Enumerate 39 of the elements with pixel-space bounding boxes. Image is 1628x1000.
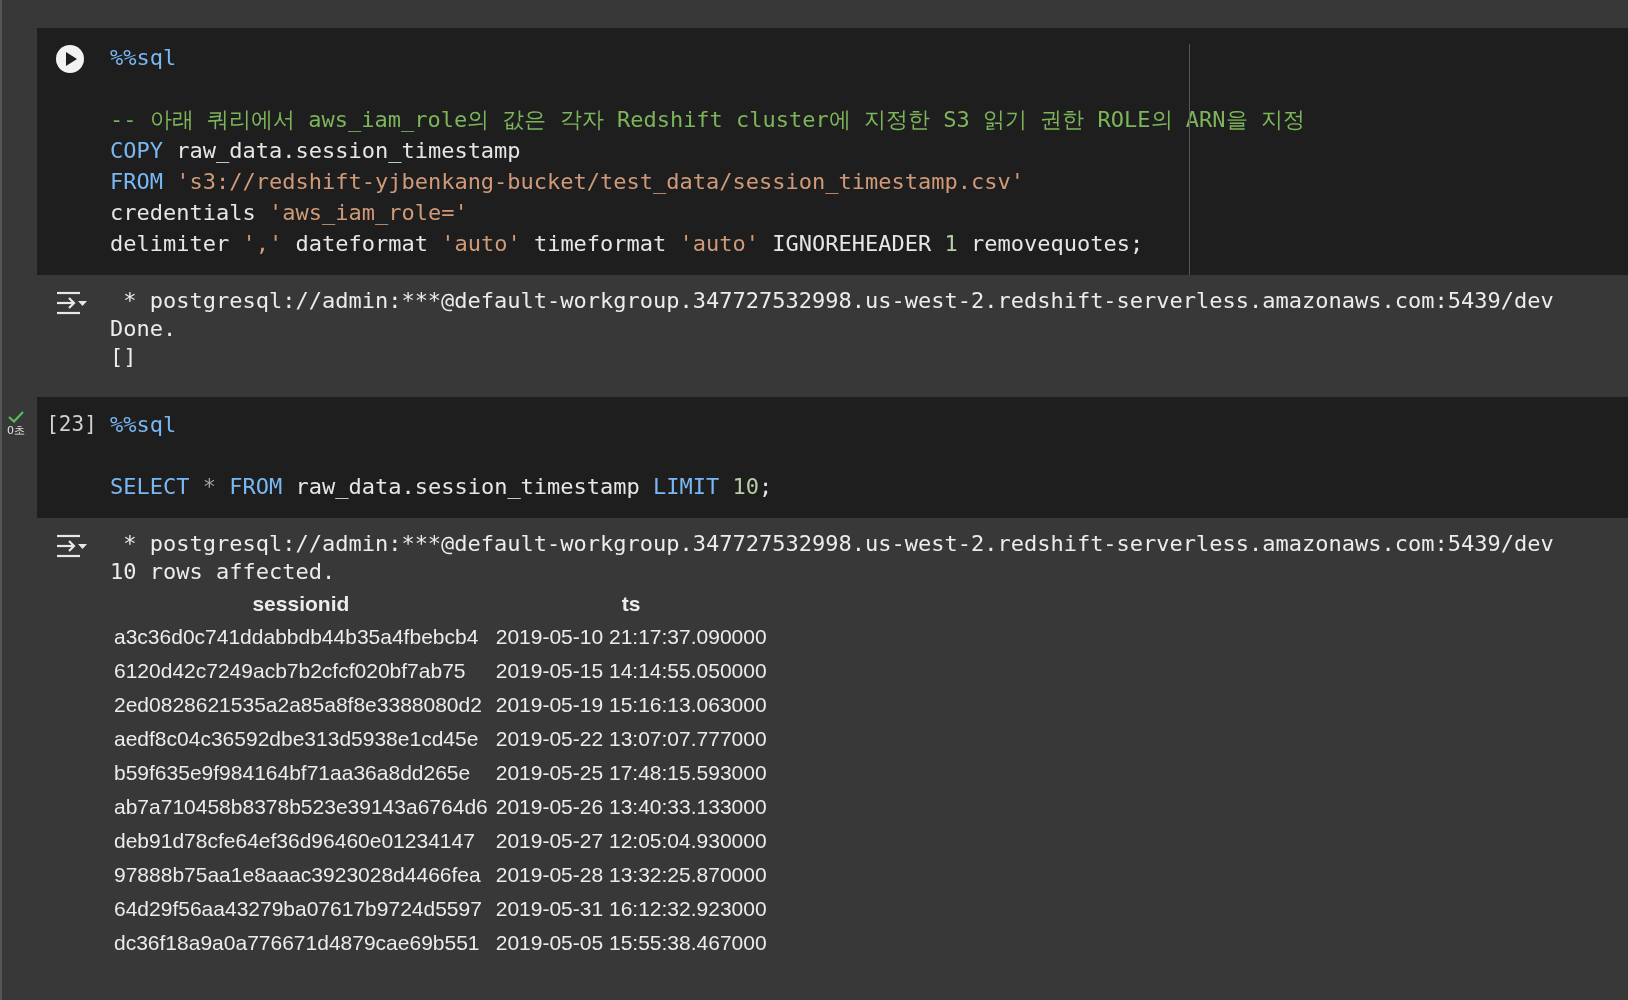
table-cell-text: 6120d42c7249acb7b2cfcf020bf7ab75 [113,658,467,684]
output-line: Done. [110,315,178,343]
check-icon [8,411,24,423]
code-line: credentials 'aws_iam_role=' [110,199,469,227]
output-line: 10 rows affected. [110,558,337,586]
table-cell-text: dc36f18a9a0a776671d4879cae69b551 [113,930,481,956]
execution-count: [23] [46,411,97,438]
code-line: %%sql [110,44,178,72]
table-cell-text: aedf8c04c36592dbe313d5938e1cd45e [113,726,480,752]
table-cell-text: a3c36d0c741ddabbdb44b35a4fbebcb4 [113,624,480,650]
connection-string: * postgresql://admin:***@default-workgroup.347727532998.us-west-2.redshift-serverless.amazonaws.com:5439/dev [122,287,1554,315]
table-cell-text: 2019-05-10 21:17:37.090000 [494,624,768,650]
table-cell-text: 2ed0828621535a2a85a8f8e3388080d2 [113,692,483,718]
table-cell-text: 2019-05-25 17:48:15.593000 [494,760,768,786]
code-line: FROM 's3://redshift-yjbenkang-bucket/test_data/session_timestamp.csv' [110,168,1025,196]
table-cell-text: 97888b75aa1e8aaac3923028d4466fea [113,862,482,888]
table-cell-text: deb91d78cfe64ef36d96460e01234147 [113,828,476,854]
table-cell-text: 2019-05-26 13:40:33.133000 [494,794,768,820]
code-line: -- 아래 쿼리에서 aws_iam_role의 값은 각자 Redshift cluster에 지정한 S3 읽기 권한 ROLE의 ARN을 지정 [110,106,1305,134]
table-cell-text: b59f635e9f984164bf71aa36a8dd265e [113,760,472,786]
column-header: ts [620,591,642,617]
table-cell-text: 2019-05-31 16:12:32.923000 [494,896,768,922]
output-line: [] [110,343,138,371]
column-header: sessionid [251,591,351,617]
table-cell-text: 2019-05-28 13:32:25.870000 [494,862,768,888]
table-cell-text: 2019-05-22 13:07:07.777000 [494,726,768,752]
table-cell-text: 2019-05-27 12:05:04.930000 [494,828,768,854]
run-time: 0초 [7,423,25,438]
table-cell-text: 64d29f56aa43279ba07617b9724d5597 [113,896,483,922]
table-cell-text: 2019-05-15 14:14:55.050000 [494,658,768,684]
connection-string: * postgresql://admin:***@default-workgroup.347727532998.us-west-2.redshift-serverless.amazonaws.com:5439/dev [122,530,1554,558]
table-cell-text: ab7a710458b8378b523e39143a6764d6 [113,794,489,820]
code-line: SELECT * FROM raw_data.session_timestamp LIMIT 10; [110,473,773,501]
table-cell-text: 2019-05-19 15:16:13.063000 [494,692,768,718]
table-cell-text: 2019-05-05 15:55:38.467000 [494,930,768,956]
code-line: delimiter ',' dateformat 'auto' timeformat 'auto' IGNOREHEADER 1 removequotes; [110,230,1145,258]
code-line: %%sql [110,411,178,439]
code-line: COPY raw_data.session_timestamp [110,137,522,165]
run-icon[interactable] [54,44,85,74]
